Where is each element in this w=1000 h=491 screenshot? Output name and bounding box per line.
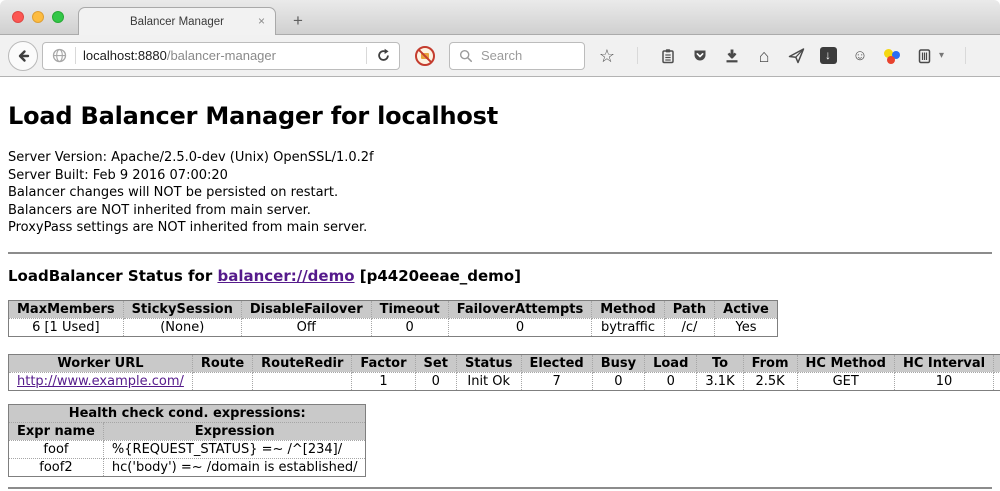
server-info: Server Version: Apache/2.5.0-dev (Unix) …	[8, 149, 992, 237]
url-domain: localhost:8880	[83, 48, 167, 63]
server-version-line: Server Version: Apache/2.5.0-dev (Unix) …	[8, 149, 992, 167]
page-title: Load Balancer Manager for localhost	[8, 77, 992, 149]
loadbalancer-status-heading: LoadBalancer Status for balancer://demo …	[8, 267, 992, 285]
table-row: http://www.example.com/ 1 0 Init Ok 7 0 …	[9, 372, 1000, 390]
proxypass-notice-line: ProxyPass settings are NOT inherited fro…	[8, 219, 992, 237]
colored-dots-icon[interactable]	[883, 48, 901, 64]
url-path: /balancer-manager	[167, 48, 276, 63]
worker-status-table: Worker URL Route RouteRedir Factor Set S…	[8, 354, 1000, 391]
table-header-row: Worker URL Route RouteRedir Factor Set S…	[9, 354, 1000, 372]
minimize-window-button[interactable]	[32, 11, 44, 23]
close-window-button[interactable]	[12, 11, 24, 23]
search-icon	[457, 47, 475, 65]
table-row: 6 [1 Used] (None) Off 0 0 bytraffic /c/ …	[9, 318, 778, 336]
bookmark-star-icon[interactable]: ☆	[598, 47, 616, 65]
page-content: Load Balancer Manager for localhost Serv…	[0, 77, 1000, 489]
toolbar-icons: ☆ ⌂ ↓ ☺	[598, 47, 1000, 65]
zoom-window-button[interactable]	[52, 11, 64, 23]
browser-window: Balancer Manager × + localhost:8880/bala…	[0, 0, 1000, 491]
table-header-row: MaxMembers StickySession DisableFailover…	[9, 300, 778, 318]
section-divider	[8, 252, 992, 254]
bookmarks-menu-icon[interactable]	[659, 47, 677, 65]
table-header-row: Expr name Expression	[9, 422, 366, 440]
inherit-notice-line: Balancers are NOT inherited from main se…	[8, 202, 992, 220]
toolbar-separator	[637, 47, 638, 64]
tab-title: Balancer Manager	[130, 16, 224, 28]
urlbar-separator	[75, 47, 76, 64]
bottom-divider	[8, 487, 992, 489]
globe-icon	[50, 47, 68, 65]
plugin-blocked-icon[interactable]	[414, 45, 436, 67]
worker-url-link[interactable]: http://www.example.com/	[17, 374, 184, 389]
url-bar[interactable]: localhost:8880/balancer-manager	[42, 42, 400, 70]
health-check-title: Health check cond. expressions:	[9, 404, 366, 422]
table-title-row: Health check cond. expressions:	[9, 404, 366, 422]
feedback-smiley-icon[interactable]: ☺	[851, 47, 869, 65]
url-text: localhost:8880/balancer-manager	[83, 48, 276, 63]
tab-close-icon[interactable]: ×	[258, 15, 265, 27]
table-row: foof %{REQUEST_STATUS} =~ /^[234]/	[9, 440, 366, 458]
server-built-line: Server Built: Feb 9 2016 07:00:20	[8, 167, 992, 185]
back-button[interactable]	[8, 41, 38, 71]
persist-notice-line: Balancer changes will NOT be persisted o…	[8, 184, 992, 202]
search-bar[interactable]	[449, 42, 585, 70]
video-download-icon[interactable]: ↓	[819, 47, 837, 65]
container-icon[interactable]	[915, 47, 933, 65]
navigation-toolbar: localhost:8880/balancer-manager ☆	[0, 35, 1000, 77]
send-icon[interactable]	[787, 47, 805, 65]
dropdown-caret-icon[interactable]: ▾	[939, 50, 944, 61]
health-check-table: Health check cond. expressions: Expr nam…	[8, 404, 366, 477]
urlbar-separator	[366, 47, 367, 64]
table-row: foof2 hc('body') =~ /domain is establish…	[9, 458, 366, 476]
titlebar: Balancer Manager × +	[0, 0, 1000, 35]
pocket-icon[interactable]	[691, 47, 709, 65]
new-tab-button[interactable]: +	[286, 11, 310, 31]
downloads-icon[interactable]	[723, 47, 741, 65]
menu-icon[interactable]	[987, 47, 1000, 65]
back-icon	[15, 48, 31, 64]
balancer-settings-table: MaxMembers StickySession DisableFailover…	[8, 300, 778, 337]
search-input[interactable]	[481, 48, 577, 63]
traffic-lights	[12, 11, 64, 23]
balancer-demo-link[interactable]: balancer://demo	[217, 267, 354, 285]
toolbar-separator	[965, 47, 966, 64]
tab-balancer-manager[interactable]: Balancer Manager ×	[78, 7, 276, 35]
home-icon[interactable]: ⌂	[755, 47, 773, 65]
reload-icon[interactable]	[374, 47, 392, 65]
